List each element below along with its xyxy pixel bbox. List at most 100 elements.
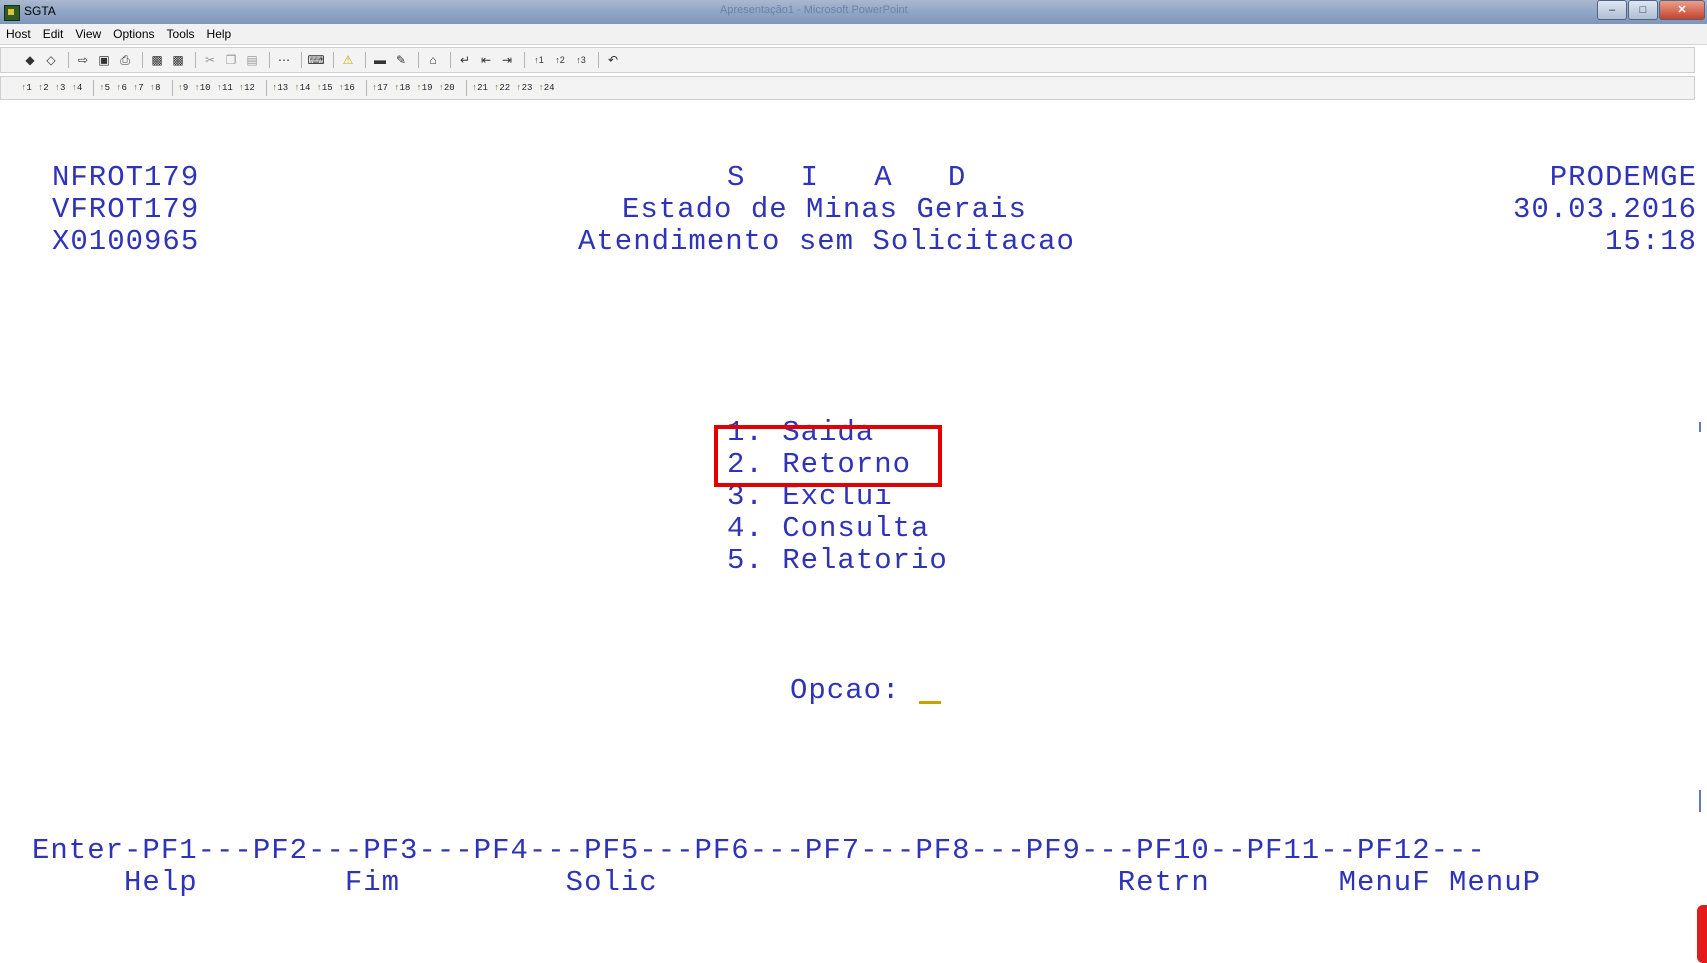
edge-mark: [1699, 422, 1701, 432]
toolbar-separator: [142, 52, 143, 68]
time: 15:18: [1604, 225, 1697, 258]
copy-icon[interactable]: ❐: [222, 52, 240, 68]
backtab-icon[interactable]: ⇤: [477, 52, 495, 68]
pf-key-24[interactable]: ↑24: [538, 83, 554, 93]
option-prompt-label: Opcao:: [790, 674, 901, 707]
selection-highlight-box: [714, 425, 942, 487]
user-id: X0100965: [52, 225, 200, 258]
pf-key-14[interactable]: ↑14: [294, 83, 310, 93]
pf-key-20[interactable]: ↑20: [439, 83, 455, 93]
pf-key-15[interactable]: ↑15: [316, 83, 332, 93]
keyboard-map-icon[interactable]: ⌨: [307, 52, 325, 68]
pf-key-9[interactable]: ↑9: [178, 83, 189, 93]
pf-key-11[interactable]: ↑11: [217, 83, 233, 93]
background-window-title: Apresentação1 - Microsoft PowerPoint: [720, 4, 908, 16]
pf-key-5[interactable]: ↑5: [99, 83, 110, 93]
window-title: SGTA: [24, 4, 56, 18]
pf-key-labels: Help Fim Solic Retrn MenuF MenuP: [32, 866, 1542, 899]
toolbar-separator: [333, 52, 334, 68]
program-id-1: NFROT179: [52, 161, 200, 194]
red-corner-shape: [1697, 905, 1707, 963]
copy-screen-icon[interactable]: ▩: [148, 52, 166, 68]
program-id-2: VFROT179: [52, 193, 200, 226]
pf-key-22[interactable]: ↑22: [494, 83, 510, 93]
toolbar-separator: [171, 80, 173, 96]
menu-edit[interactable]: Edit: [37, 27, 70, 41]
menu-tools[interactable]: Tools: [161, 27, 201, 41]
window-controls: – □ ✕: [1596, 0, 1705, 20]
system-name: S I A D: [727, 161, 967, 194]
pf-key-23[interactable]: ↑23: [516, 83, 532, 93]
toolbar-separator: [365, 80, 367, 96]
date: 30.03.2016: [1512, 193, 1697, 226]
pa3-icon[interactable]: ↑3: [572, 52, 590, 68]
edge-mark: [1699, 790, 1701, 812]
toolbar-separator: [365, 52, 366, 68]
home-icon[interactable]: ⌂: [424, 52, 442, 68]
pa1-icon[interactable]: ↑1: [530, 52, 548, 68]
paste-icon[interactable]: ▤: [243, 52, 261, 68]
pf-key-13[interactable]: ↑13: [272, 83, 288, 93]
pf-key-2[interactable]: ↑2: [38, 83, 49, 93]
pf-key-18[interactable]: ↑18: [394, 83, 410, 93]
toolbar-separator: [301, 52, 302, 68]
pf-key-3[interactable]: ↑3: [55, 83, 66, 93]
toolbar-separator: [450, 52, 451, 68]
cut-icon[interactable]: ✂: [201, 52, 219, 68]
window-title-bar: SGTA Apresentação1 - Microsoft PowerPoin…: [0, 0, 1707, 24]
warning-icon[interactable]: ⚠: [339, 52, 357, 68]
pf-key-1[interactable]: ↑1: [21, 83, 32, 93]
pf-key-legend: Enter-PF1---PF2---PF3---PF4---PF5---PF6-…: [32, 834, 1486, 867]
print-icon[interactable]: ⎙: [116, 52, 134, 68]
close-button[interactable]: ✕: [1659, 0, 1705, 20]
undo-icon[interactable]: ↶: [604, 52, 622, 68]
toolbar-separator: [418, 52, 419, 68]
toolbar-separator: [195, 52, 196, 68]
pf-key-4[interactable]: ↑4: [71, 83, 82, 93]
edit-icon[interactable]: ✎: [392, 52, 410, 68]
toolbar-separator: [524, 52, 525, 68]
pf-key-toolbar: ↑1 ↑2 ↑3 ↑4 ↑5 ↑6 ↑7 ↑8 ↑9 ↑10 ↑11 ↑12 ↑…: [0, 76, 1695, 100]
terminal-screen[interactable]: NFROT179 VFROT179 X0100965 S I A D Estad…: [0, 102, 1707, 963]
connect-icon[interactable]: ◆: [21, 52, 39, 68]
menu-host[interactable]: Host: [0, 27, 37, 41]
toolbar-separator: [598, 52, 599, 68]
pf-key-6[interactable]: ↑6: [116, 83, 127, 93]
option-prompt: Opcao:: [790, 675, 941, 707]
toolbar-separator: [465, 80, 467, 96]
menu-options[interactable]: Options: [107, 27, 160, 41]
pf-key-17[interactable]: ↑17: [372, 83, 388, 93]
toolbar-separator: [93, 80, 95, 96]
toolbar-separator: [265, 80, 267, 96]
menu-option-relatorio[interactable]: 5. Relatorio: [727, 545, 948, 577]
pa2-icon[interactable]: ↑2: [551, 52, 569, 68]
disconnect-icon[interactable]: ◇: [42, 52, 60, 68]
receive-icon[interactable]: ▣: [95, 52, 113, 68]
main-toolbar: ◆ ◇ ⇨ ▣ ⎙ ▩ ▩ ✂ ❐ ▤ ⋯ ⌨ ⚠ ▬ ✎ ⌂ ↵ ⇤ ⇥ ↑1…: [0, 47, 1695, 73]
pf-key-7[interactable]: ↑7: [133, 83, 144, 93]
toolbar-separator: [68, 52, 69, 68]
screen-title: Atendimento sem Solicitacao: [578, 225, 1075, 258]
menu-option-consulta[interactable]: 4. Consulta: [727, 513, 929, 545]
organization: PRODEMGE: [1549, 161, 1697, 194]
minimize-button[interactable]: –: [1597, 0, 1627, 20]
menu-bar: Host Edit View Options Tools Help: [0, 24, 1707, 45]
tab-icon[interactable]: ⇥: [498, 52, 516, 68]
macro-icon[interactable]: ⋯: [275, 52, 293, 68]
option-input[interactable]: [918, 701, 941, 704]
menu-view[interactable]: View: [69, 27, 107, 41]
pf-key-19[interactable]: ↑19: [416, 83, 432, 93]
menu-help[interactable]: Help: [201, 27, 238, 41]
display-icon[interactable]: ▬: [371, 52, 389, 68]
app-icon: [4, 5, 20, 21]
maximize-button[interactable]: □: [1628, 0, 1658, 20]
send-icon[interactable]: ⇨: [74, 52, 92, 68]
pf-key-21[interactable]: ↑21: [472, 83, 488, 93]
toolbar-separator: [269, 52, 270, 68]
paste-screen-icon[interactable]: ▩: [169, 52, 187, 68]
pf-key-8[interactable]: ↑8: [150, 83, 161, 93]
pf-key-16[interactable]: ↑16: [339, 83, 355, 93]
enter-icon[interactable]: ↵: [456, 52, 474, 68]
pf-key-12[interactable]: ↑12: [239, 83, 255, 93]
pf-key-10[interactable]: ↑10: [194, 83, 210, 93]
